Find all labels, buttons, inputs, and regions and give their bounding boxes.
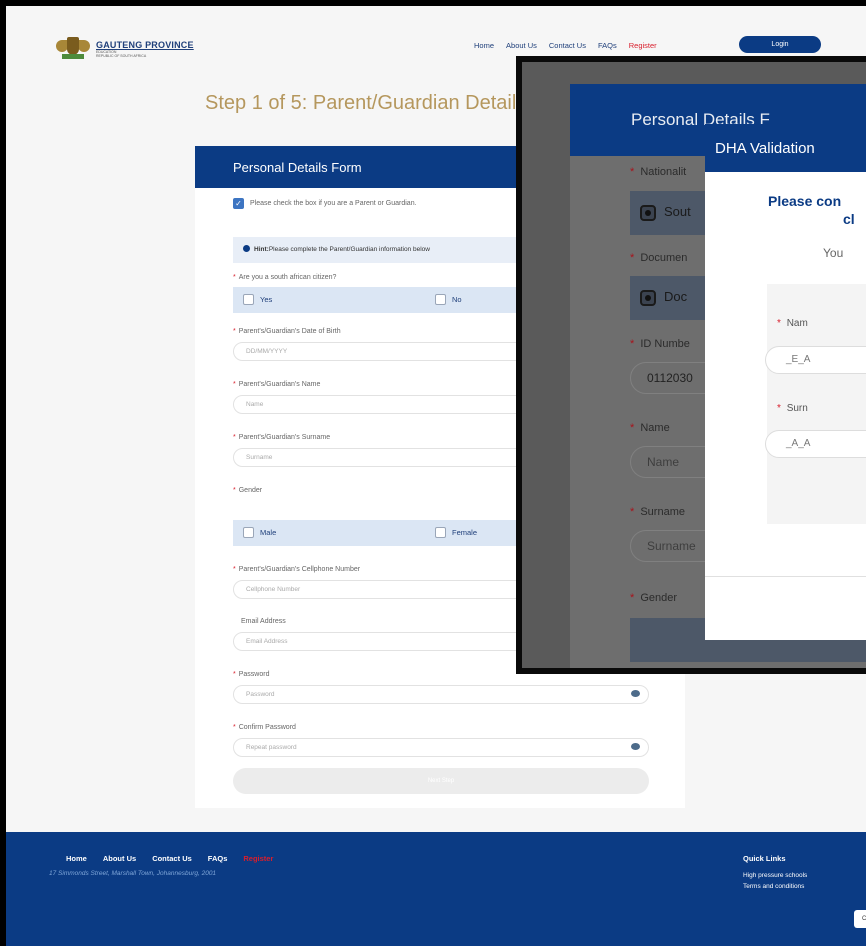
hint-label: Hint:	[254, 246, 269, 253]
name-label: * Parent's/Guardian's Name	[233, 381, 321, 388]
hint-box: Hint:Please complete the Parent/Guardian…	[233, 237, 525, 263]
cellphone-label: * Parent's/Guardian's Cellphone Number	[233, 566, 361, 573]
dha-divider	[705, 576, 866, 577]
dob-label: * Parent's/Guardian's Date of Birth	[233, 328, 341, 335]
hint-text: Please complete the Parent/Guardian info…	[268, 246, 430, 253]
footer-nav-contact-us[interactable]: Contact Us	[152, 854, 192, 863]
login-button[interactable]: Login	[739, 36, 821, 53]
gender-female-option[interactable]: Female	[435, 527, 477, 538]
checkbox-icon	[435, 294, 446, 305]
nav-faqs[interactable]: FAQs	[598, 41, 617, 50]
gender-label: * Gender	[233, 487, 263, 494]
footer-nav-faqs[interactable]: FAQs	[208, 854, 228, 863]
zoomed-surname-label: * Surname	[630, 506, 685, 518]
confirm-password-label: * Confirm Password	[233, 724, 296, 731]
eye-icon[interactable]	[631, 743, 640, 750]
footer-nav: Home About Us Contact Us FAQs Register	[66, 854, 289, 863]
password-label: * Password	[233, 671, 270, 678]
checkbox-icon	[243, 294, 254, 305]
zoomed-document-label: * Documen	[630, 252, 688, 264]
radio-icon	[640, 290, 656, 306]
eye-icon[interactable]	[631, 690, 640, 697]
password-input[interactable]: Password	[233, 685, 649, 704]
zoomed-id-label: * ID Numbe	[630, 338, 690, 350]
dha-you-text: You	[823, 246, 844, 260]
nav-home[interactable]: Home	[474, 41, 494, 50]
dha-question-line2: cl	[843, 211, 855, 227]
logo-title: GAUTENG PROVINCE	[96, 40, 194, 50]
dha-modal-title: DHA Validation	[705, 124, 866, 172]
gender-options: Male Female	[233, 520, 525, 546]
citizen-no-option[interactable]: No	[435, 294, 462, 305]
site-footer: Home About Us Contact Us FAQs Register 1…	[6, 832, 866, 946]
info-icon	[243, 245, 250, 252]
dha-name-label: * Nam	[777, 318, 808, 329]
zoomed-window: Personal Details F * Nationalit Sout * D…	[516, 56, 866, 674]
zoomed-nationality-label: * Nationalit	[630, 166, 687, 178]
zoomed-gender-label: * Gender	[630, 592, 678, 604]
browser-page: GAUTENG PROVINCE EDUCATION REPUBLIC OF S…	[6, 6, 866, 946]
gender-male-option[interactable]: Male	[243, 527, 276, 538]
step-title: Step 1 of 5: Parent/Guardian Details	[205, 92, 527, 114]
nav-about-us[interactable]: About Us	[506, 41, 537, 50]
quick-links-title: Quick Links	[743, 854, 786, 863]
coat-of-arms-icon	[54, 34, 92, 62]
dha-surname-input[interactable]: _A_A	[765, 430, 866, 458]
dha-question-line1: Please con	[768, 193, 842, 209]
dha-name-input[interactable]: _E_A	[765, 346, 866, 374]
footer-nav-home[interactable]: Home	[66, 854, 87, 863]
email-label: Email Address	[241, 618, 286, 625]
footer-button[interactable]: C	[854, 910, 866, 928]
surname-label: * Parent's/Guardian's Surname	[233, 434, 331, 441]
quick-link-terms[interactable]: Terms and conditions	[743, 883, 804, 890]
citizen-label: * Are you a south african citizen?	[233, 274, 337, 281]
confirm-password-input[interactable]: Repeat password	[233, 738, 649, 757]
radio-icon	[640, 205, 656, 221]
nav-contact-us[interactable]: Contact Us	[549, 41, 586, 50]
logo-country: REPUBLIC OF SOUTH AFRICA	[96, 54, 147, 58]
citizen-yes-option[interactable]: Yes	[243, 294, 272, 305]
parent-check-label: Please check the box if you are a Parent…	[250, 200, 417, 207]
dha-validation-modal: DHA Validation Please con cl You * Nam _…	[705, 124, 866, 640]
nav-register[interactable]: Register	[629, 41, 657, 50]
footer-nav-register[interactable]: Register	[243, 854, 273, 863]
checkbox-icon	[435, 527, 446, 538]
zoomed-name-label: * Name	[630, 422, 670, 434]
footer-nav-about-us[interactable]: About Us	[103, 854, 136, 863]
top-nav: Home About Us Contact Us FAQs Register	[474, 41, 669, 50]
dha-surname-label: * Surn	[777, 403, 808, 414]
citizen-options: Yes No	[233, 287, 525, 313]
next-step-button[interactable]: Next Step	[233, 768, 649, 794]
parent-guardian-checkbox[interactable]: ✓	[233, 198, 244, 209]
quick-link-high-pressure[interactable]: High pressure schools	[743, 872, 807, 879]
gauteng-logo[interactable]: GAUTENG PROVINCE EDUCATION REPUBLIC OF S…	[54, 34, 194, 62]
footer-address: 17 Simmonds Street, Marshall Town, Johan…	[49, 870, 217, 877]
checkbox-icon	[243, 527, 254, 538]
